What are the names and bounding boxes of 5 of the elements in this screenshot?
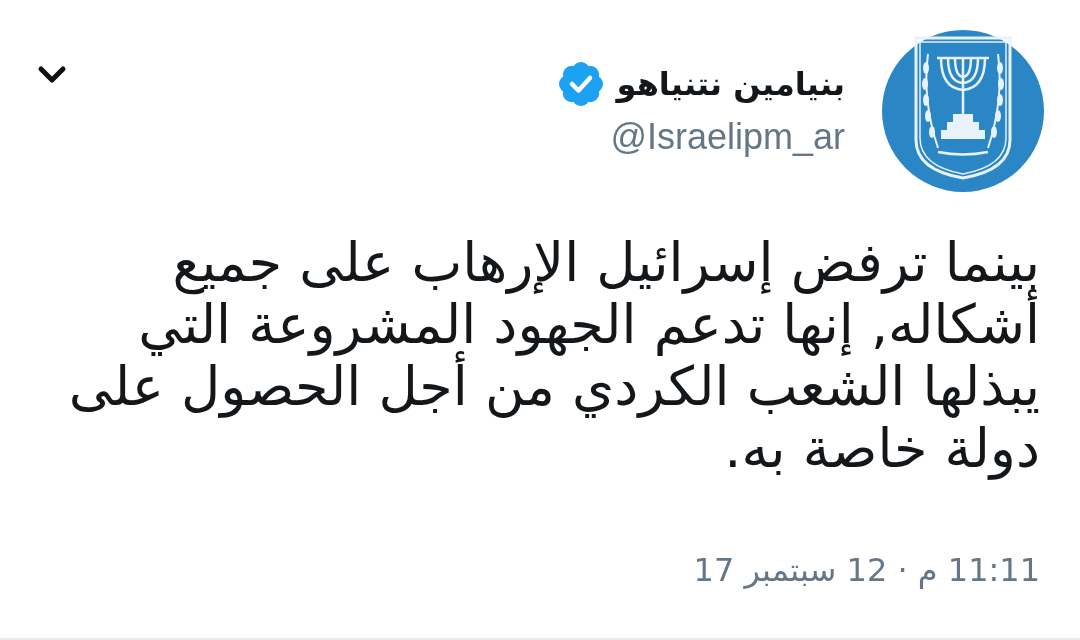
user-name: بنيامين نتنياهو [616, 64, 845, 105]
chevron-down-icon [37, 65, 67, 85]
user-handle: @Israelipm_ar [610, 116, 845, 158]
tweet-timestamp: 11:11 م · 12 سبتمبر 17 [693, 550, 1040, 590]
tweet-text: بينما ترفض إسرائيل الإرهاب على جميع أشكاله, إنها تدعم الجهود المشروعة التي يبذلها الشعب الكردي من أجل الحصول على دولة خاصة به. [67, 232, 1040, 480]
